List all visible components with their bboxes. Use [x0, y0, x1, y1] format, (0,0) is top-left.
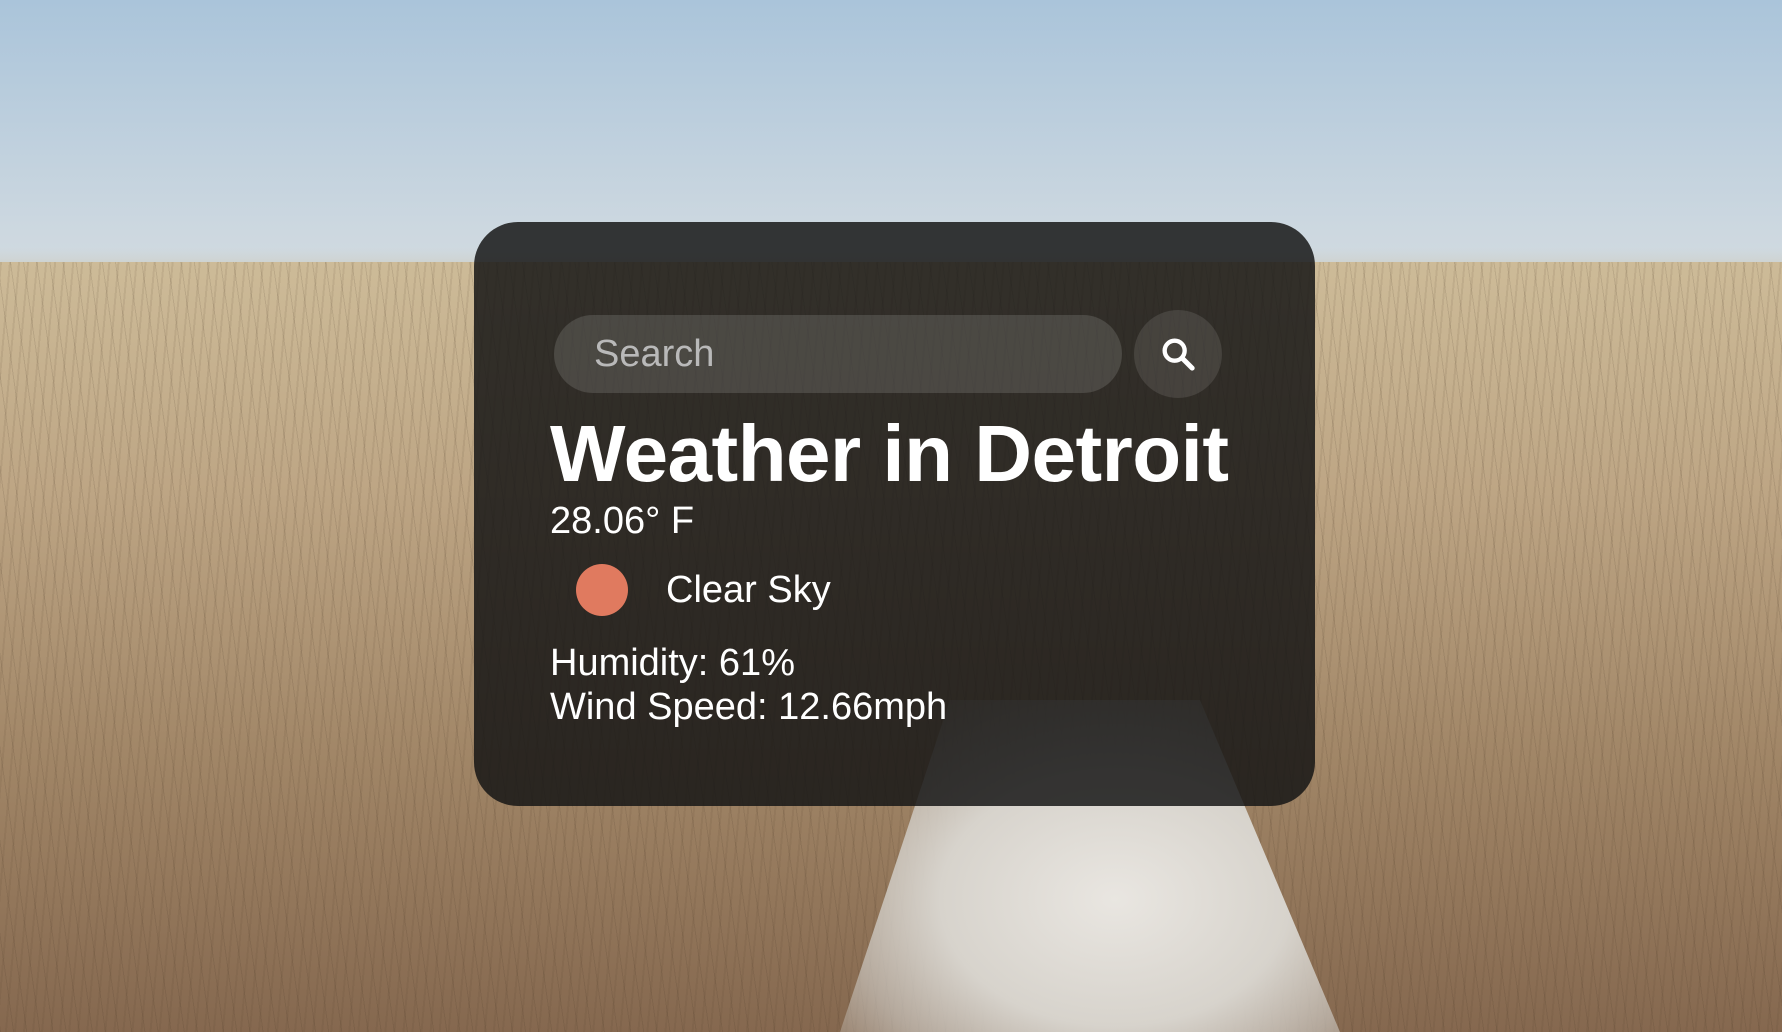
weather-description: Clear Sky	[666, 568, 831, 611]
weather-card: Weather in Detroit 28.06° F Clear Sky Hu…	[474, 222, 1315, 806]
search-input[interactable]	[554, 315, 1122, 393]
search-icon	[1162, 338, 1195, 371]
weather-condition: Clear Sky	[576, 564, 831, 616]
background-scene: Weather in Detroit 28.06° F Clear Sky Hu…	[0, 0, 1782, 1032]
wind-speed: Wind Speed: 12.66mph	[550, 686, 948, 728]
sun-icon	[576, 564, 628, 616]
city-title: Weather in Detroit	[550, 409, 1229, 498]
temperature: 28.06° F	[550, 500, 695, 542]
search-button[interactable]	[1134, 310, 1222, 398]
humidity: Humidity: 61%	[550, 642, 795, 684]
search-bar	[554, 310, 1222, 398]
